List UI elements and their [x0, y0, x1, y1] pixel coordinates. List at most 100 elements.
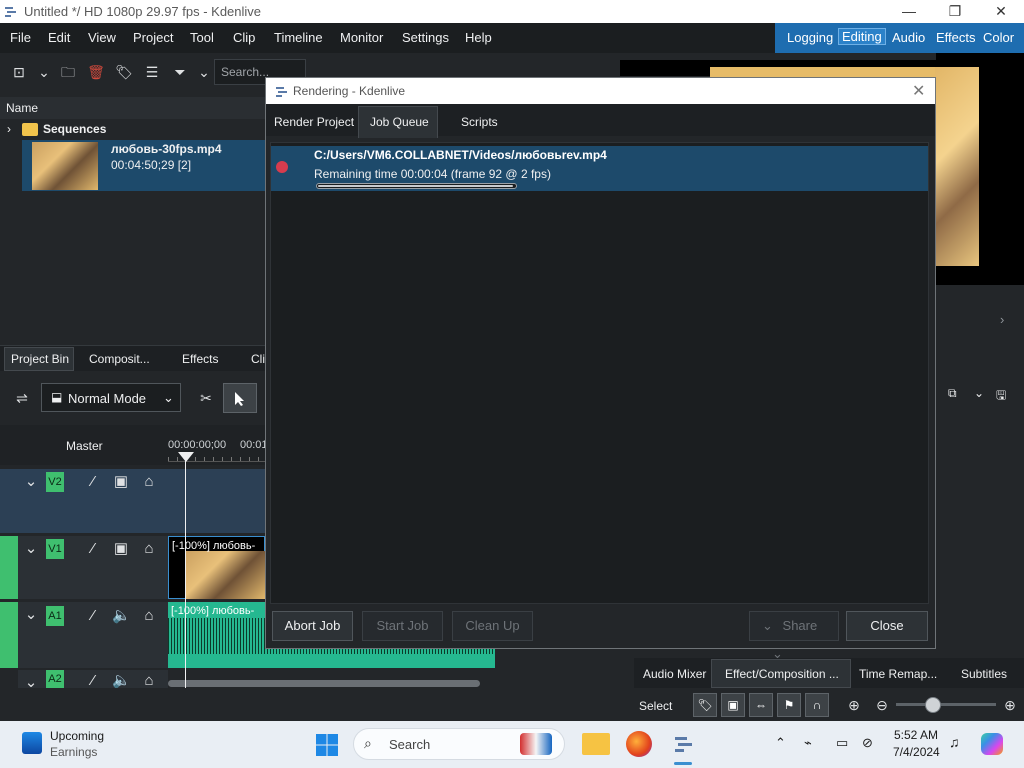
layout-editing[interactable]: Editing — [838, 28, 886, 45]
dialog-close-icon[interactable]: ✕ — [912, 81, 925, 101]
expand-chevron-icon[interactable]: › — [7, 122, 11, 136]
menu-view[interactable]: View — [88, 30, 116, 45]
widget-title[interactable]: Upcoming — [50, 729, 104, 743]
taskbar-search-box[interactable]: ⌕ Search — [353, 728, 565, 760]
lock-icon[interactable]: ⌂ — [140, 540, 158, 558]
clean-up-button[interactable]: Clean Up — [452, 611, 533, 641]
tab-time-remap[interactable]: Time Remap... — [859, 667, 937, 681]
network-icon[interactable]: ⌁ — [804, 735, 812, 751]
chevron-up-icon[interactable]: ⌃ — [775, 735, 786, 751]
layout-color[interactable]: Color — [983, 30, 1014, 45]
timeline-settings-icon[interactable]: ⇌ — [13, 389, 31, 407]
film-strip-icon[interactable]: ▣ — [112, 540, 130, 558]
menu-monitor[interactable]: Monitor — [340, 30, 383, 45]
menu-edit[interactable]: Edit — [48, 30, 70, 45]
zoom-slider-handle[interactable] — [925, 697, 941, 713]
effects-wand-icon[interactable]: ⁄ — [84, 540, 102, 558]
timeline-horizontal-scrollbar[interactable] — [168, 680, 480, 687]
stock-chart-icon[interactable] — [22, 732, 42, 754]
zoom-slider-track[interactable] — [896, 703, 996, 706]
clock-time[interactable]: 5:52 AM — [894, 728, 938, 742]
select-tool-button[interactable] — [223, 383, 257, 413]
tab-compositions[interactable]: Composit... — [89, 352, 150, 366]
layout-audio[interactable]: Audio — [892, 30, 925, 45]
chevron-down-icon[interactable]: ⌄ — [974, 386, 984, 400]
share-button[interactable]: ⌄ Share ⌄ — [749, 611, 839, 661]
notification-bell-icon[interactable]: ♫ — [949, 734, 960, 750]
clip-thumbnail — [185, 551, 265, 599]
collapse-track-icon[interactable]: ⌄ — [22, 473, 40, 491]
clock-date[interactable]: 7/4/2024 — [893, 745, 940, 759]
tab-scripts[interactable]: Scripts — [461, 115, 498, 129]
tab-project-bin[interactable]: Project Bin — [11, 352, 69, 366]
tab-subtitles[interactable]: Subtitles — [961, 667, 1007, 681]
folder-icon[interactable]: 🗀 — [59, 63, 77, 81]
effects-wand-icon[interactable]: ⁄ — [84, 473, 102, 491]
film-strip-icon[interactable]: ▣ — [112, 473, 130, 491]
firefox-icon[interactable] — [626, 731, 652, 757]
razor-icon[interactable]: ✂ — [197, 389, 215, 407]
zoom-in-icon[interactable]: ⊕ — [1001, 696, 1019, 714]
flag-icon[interactable]: ⚑ — [777, 693, 801, 717]
tab-audio-mixer[interactable]: Audio Mixer — [643, 667, 706, 681]
display-icon[interactable]: ▭ — [836, 735, 848, 751]
save-icon[interactable]: 🖫 — [996, 386, 1006, 407]
kdenlive-taskbar-icon[interactable] — [673, 733, 695, 755]
tab-clip-properties[interactable]: Cli — [251, 352, 265, 366]
ruler-time-0: 00:00:00;00 — [168, 439, 227, 451]
filter-chevron-icon[interactable]: ⌄ — [195, 63, 213, 81]
magnet-icon[interactable]: ∩ — [805, 693, 829, 717]
lock-icon[interactable]: ⌂ — [140, 607, 158, 625]
track-lane-v2[interactable] — [168, 469, 265, 533]
effects-wand-icon[interactable]: ⁄ — [84, 607, 102, 625]
file-explorer-icon[interactable] — [582, 733, 610, 755]
layout-effects[interactable]: Effects — [936, 30, 976, 45]
start-job-button[interactable]: Start Job — [362, 611, 443, 641]
compare-icon[interactable]: ⧉ — [948, 386, 957, 401]
list-view-icon[interactable]: ☰ — [143, 63, 161, 81]
bin-clip-item[interactable]: любовь-30fps.mp4 00:04:50;29 [2] — [22, 140, 265, 191]
chevron-right-icon[interactable]: › — [1000, 312, 1004, 327]
minimize-button[interactable]: — — [886, 0, 932, 23]
menu-clip[interactable]: Clip — [233, 30, 255, 45]
filter-icon[interactable]: ⏷ — [171, 63, 189, 81]
film-strip-icon[interactable]: ▣ — [721, 693, 745, 717]
lock-icon[interactable]: ⌂ — [140, 473, 158, 491]
menu-tool[interactable]: Tool — [190, 30, 214, 45]
chevron-down-icon[interactable]: ⌄ — [35, 63, 53, 81]
menu-file[interactable]: File — [10, 30, 31, 45]
menu-timeline[interactable]: Timeline — [274, 30, 323, 45]
close-window-button[interactable]: ✕ — [978, 0, 1024, 23]
add-clip-icon[interactable]: ⊡ — [10, 63, 28, 81]
speaker-icon[interactable]: 🔈 — [112, 607, 131, 625]
copilot-icon[interactable] — [981, 733, 1003, 755]
tab-effects[interactable]: Effects — [182, 352, 218, 366]
volume-muted-icon[interactable]: ⊘ — [862, 735, 873, 751]
collapse-track-icon[interactable]: ⌄ — [22, 540, 40, 558]
zoom-out-icon[interactable]: ⊖ — [873, 696, 891, 714]
menu-help[interactable]: Help — [465, 30, 492, 45]
menu-settings[interactable]: Settings — [402, 30, 449, 45]
layout-logging[interactable]: Logging — [787, 30, 833, 45]
zoom-fit-icon[interactable]: ⊕ — [845, 696, 863, 714]
edit-mode-select[interactable]: ⬓ Normal Mode ⌄ — [41, 383, 181, 412]
spacer-icon[interactable]: ⇔ — [749, 693, 773, 717]
collapse-track-icon[interactable]: ⌄ — [22, 606, 40, 624]
bin-column-header[interactable]: Name — [0, 97, 265, 119]
abort-job-button[interactable]: Abort Job — [272, 611, 353, 641]
tag-icon[interactable]: 🏷 — [115, 63, 133, 81]
windows-start-icon[interactable] — [315, 733, 339, 757]
close-dialog-button[interactable]: Close — [846, 611, 928, 641]
video-clip-v1[interactable]: [-100%] любовь- — [168, 536, 265, 599]
dialog-title: Rendering - Kdenlive — [293, 84, 406, 98]
tag-icon[interactable]: 🏷 — [693, 693, 717, 717]
playhead-marker-icon[interactable] — [178, 452, 194, 464]
tab-render-project[interactable]: Render Project — [274, 115, 354, 129]
delete-icon[interactable]: 🗑 — [87, 63, 105, 81]
tab-effect-composition[interactable]: Effect/Composition ... — [725, 667, 839, 681]
job-queue-list[interactable] — [270, 142, 929, 604]
menu-project[interactable]: Project — [133, 30, 173, 45]
tab-job-queue[interactable]: Job Queue — [370, 115, 429, 129]
maximize-button[interactable]: ❐ — [932, 0, 978, 23]
bin-folder-sequences[interactable]: › Sequences — [0, 121, 265, 139]
